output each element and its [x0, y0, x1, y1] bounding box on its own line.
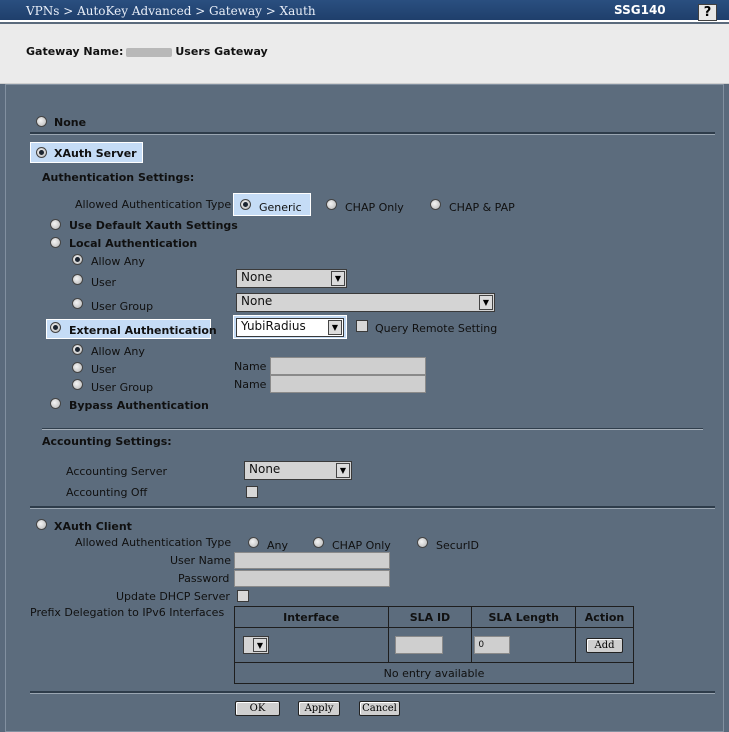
- divider: [30, 691, 715, 694]
- ok-button[interactable]: OK: [235, 701, 280, 716]
- cell-interface: ▼: [234, 627, 389, 663]
- gateway-name-label: Gateway Name:: [26, 45, 124, 58]
- label-client-user-name: User Name: [170, 554, 232, 567]
- radio-chap-pap[interactable]: [430, 199, 441, 210]
- chevron-down-icon: ▼: [331, 271, 345, 286]
- label-update-dhcp: Update DHCP Server: [116, 590, 230, 603]
- label-chap-only: CHAP Only: [345, 201, 404, 214]
- label-query-remote: Query Remote Setting: [375, 322, 498, 335]
- external-server-select[interactable]: YubiRadius ▼: [236, 318, 344, 337]
- device-model: SSG140: [614, 3, 666, 17]
- label-accounting-off: Accounting Off: [66, 486, 148, 499]
- label-bypass-auth: Bypass Authentication: [69, 399, 209, 412]
- client-allowed-auth-type-label: Allowed Authentication Type: [75, 536, 232, 549]
- chevron-down-icon: ▼: [328, 320, 342, 335]
- radio-chap-only[interactable]: [326, 199, 337, 210]
- label-external-user-group: User Group: [91, 381, 154, 394]
- external-server-select-value: YubiRadius: [241, 319, 306, 333]
- radio-local-auth[interactable]: [50, 237, 61, 248]
- external-group-name-input[interactable]: [270, 375, 426, 393]
- col-sla-id: SLA ID: [387, 606, 473, 628]
- sla-length-input[interactable]: 0: [474, 636, 511, 654]
- divider: [42, 428, 703, 430]
- col-interface: Interface: [234, 606, 389, 628]
- label-local-user: User: [91, 276, 117, 289]
- label-external-allow-any: Allow Any: [91, 345, 145, 358]
- local-user-group-select[interactable]: None ▼: [236, 293, 495, 312]
- help-button[interactable]: ?: [698, 4, 717, 21]
- radio-none[interactable]: [36, 116, 47, 127]
- radio-client-any[interactable]: [248, 537, 259, 548]
- accounting-server-select[interactable]: None ▼: [244, 461, 352, 480]
- radio-local-allow-any[interactable]: [72, 254, 83, 265]
- cancel-button[interactable]: Cancel: [359, 701, 400, 716]
- auth-settings-title: Authentication Settings:: [42, 171, 195, 184]
- label-none: None: [54, 116, 87, 129]
- label-xauth-client: XAuth Client: [54, 520, 132, 533]
- external-user-name-input[interactable]: [270, 357, 426, 375]
- gateway-name-row: Gateway Name: Users Gateway: [26, 45, 268, 58]
- divider: [30, 506, 715, 509]
- label-generic: Generic: [259, 201, 302, 214]
- label-client-any: Any: [267, 539, 289, 552]
- label-accounting-server: Accounting Server: [66, 465, 167, 478]
- chevron-down-icon: ▼: [253, 638, 267, 652]
- cell-action: Add: [575, 627, 634, 663]
- chevron-down-icon: ▼: [479, 295, 493, 310]
- label-prefix-delegation: Prefix Delegation to IPv6 Interfaces: [30, 606, 225, 619]
- breadcrumb: VPNs > AutoKey Advanced > Gateway > Xaut…: [26, 4, 316, 18]
- label-external-group-name: Name: [234, 378, 267, 391]
- accounting-settings-title: Accounting Settings:: [42, 435, 172, 448]
- label-use-default: Use Default Xauth Settings: [69, 219, 238, 232]
- label-local-allow-any: Allow Any: [91, 255, 145, 268]
- local-user-select[interactable]: None ▼: [236, 269, 347, 288]
- label-local-auth: Local Authentication: [69, 237, 198, 250]
- label-client-chap-only: CHAP Only: [332, 539, 391, 552]
- radio-use-default[interactable]: [50, 219, 61, 230]
- label-client-password: Password: [178, 572, 230, 585]
- accounting-off-checkbox[interactable]: [246, 486, 258, 498]
- query-remote-checkbox[interactable]: [356, 320, 368, 332]
- gateway-name-value: Users Gateway: [175, 45, 268, 58]
- radio-client-securid[interactable]: [417, 537, 428, 548]
- allowed-auth-type-label: Allowed Authentication Type: [75, 198, 232, 211]
- radio-external-auth[interactable]: [50, 322, 61, 333]
- radio-bypass-auth[interactable]: [50, 398, 61, 409]
- empty-table-message: No entry available: [234, 662, 634, 684]
- radio-local-user-group[interactable]: [72, 298, 83, 309]
- col-action: Action: [575, 606, 634, 628]
- label-external-user: User: [91, 363, 117, 376]
- cell-sla-length: 0: [471, 627, 577, 663]
- update-dhcp-checkbox[interactable]: [237, 590, 249, 602]
- local-user-select-value: None: [241, 270, 273, 284]
- radio-client-chap-only[interactable]: [313, 537, 324, 548]
- prefix-delegation-table: Interface SLA ID SLA Length Action ▼ 0 A…: [234, 606, 634, 684]
- radio-generic[interactable]: [240, 199, 251, 210]
- label-local-user-group: User Group: [91, 300, 154, 313]
- sla-id-input[interactable]: [394, 636, 443, 654]
- client-user-name-input[interactable]: [234, 552, 390, 569]
- label-external-user-name: Name: [234, 360, 267, 373]
- radio-local-user[interactable]: [72, 274, 83, 285]
- radio-xauth-client[interactable]: [36, 519, 47, 530]
- chevron-down-icon: ▼: [336, 463, 350, 478]
- label-client-securid: SecurID: [436, 539, 480, 552]
- radio-external-allow-any[interactable]: [72, 344, 83, 355]
- cell-sla-id: [387, 627, 473, 663]
- label-xauth-server: XAuth Server: [54, 147, 137, 160]
- radio-external-user[interactable]: [72, 362, 83, 373]
- radio-xauth-server[interactable]: [36, 147, 47, 158]
- interface-select[interactable]: ▼: [243, 636, 269, 654]
- radio-external-user-group[interactable]: [72, 379, 83, 390]
- local-user-group-select-value: None: [241, 294, 273, 308]
- apply-button[interactable]: Apply: [298, 701, 340, 716]
- accounting-server-select-value: None: [249, 462, 281, 476]
- add-button[interactable]: Add: [586, 637, 624, 653]
- label-chap-pap: CHAP & PAP: [449, 201, 515, 214]
- label-external-auth: External Authentication: [69, 324, 217, 337]
- redacted-name: [126, 47, 173, 57]
- col-sla-length: SLA Length: [471, 606, 577, 628]
- divider: [30, 132, 715, 135]
- client-password-input[interactable]: [234, 570, 390, 587]
